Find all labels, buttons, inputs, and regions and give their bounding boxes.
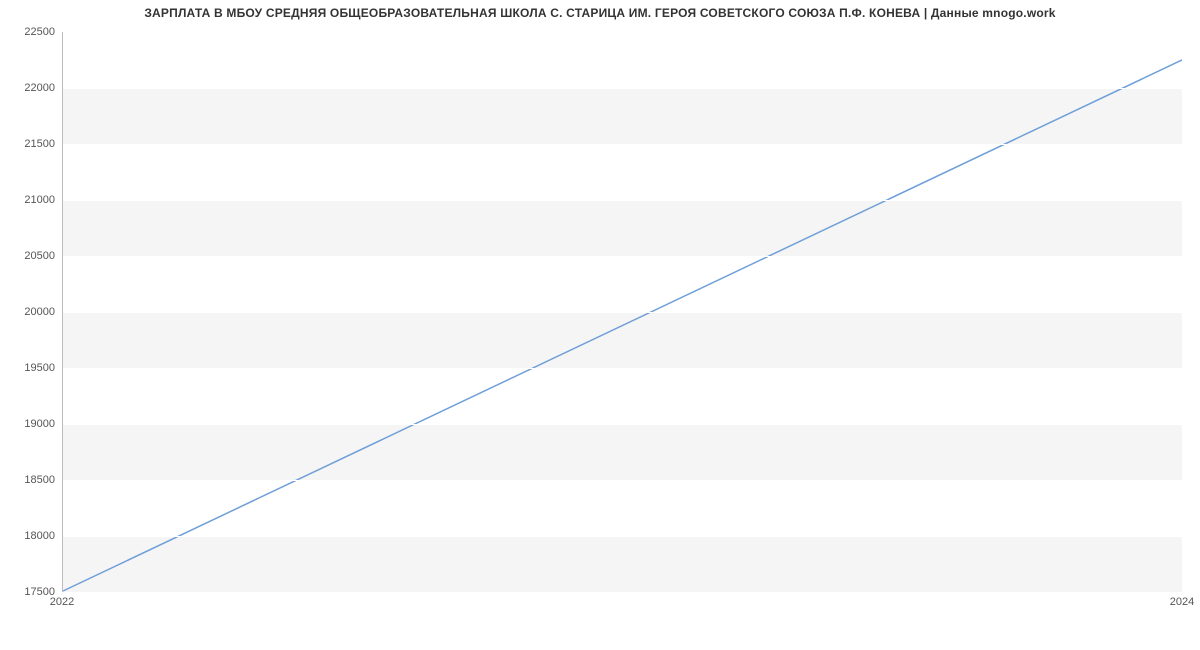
gridline bbox=[63, 312, 1182, 313]
y-tick-label: 21000 bbox=[5, 194, 55, 206]
gridline bbox=[63, 88, 1182, 89]
gridline bbox=[63, 32, 1182, 33]
chart-container: ЗАРПЛАТА В МБОУ СРЕДНЯЯ ОБЩЕОБРАЗОВАТЕЛЬ… bbox=[0, 0, 1200, 650]
gridline bbox=[63, 536, 1182, 537]
y-tick-label: 20000 bbox=[5, 306, 55, 318]
y-tick-label: 22500 bbox=[5, 26, 55, 38]
plot-area bbox=[62, 32, 1182, 592]
y-tick-label: 20500 bbox=[5, 250, 55, 262]
gridline bbox=[63, 200, 1182, 201]
y-tick-label: 22000 bbox=[5, 82, 55, 94]
x-tick-label: 2024 bbox=[1170, 596, 1194, 608]
y-tick-label: 19000 bbox=[5, 418, 55, 430]
y-tick-label: 21500 bbox=[5, 138, 55, 150]
y-tick-label: 19500 bbox=[5, 362, 55, 374]
gridline bbox=[63, 424, 1182, 425]
gridline bbox=[63, 368, 1182, 369]
x-tick-label: 2022 bbox=[50, 596, 74, 608]
gridline bbox=[63, 144, 1182, 145]
gridline bbox=[63, 480, 1182, 481]
chart-title: ЗАРПЛАТА В МБОУ СРЕДНЯЯ ОБЩЕОБРАЗОВАТЕЛЬ… bbox=[0, 6, 1200, 20]
y-tick-label: 18000 bbox=[5, 530, 55, 542]
gridline bbox=[63, 256, 1182, 257]
y-tick-label: 17500 bbox=[5, 586, 55, 598]
y-tick-label: 18500 bbox=[5, 474, 55, 486]
